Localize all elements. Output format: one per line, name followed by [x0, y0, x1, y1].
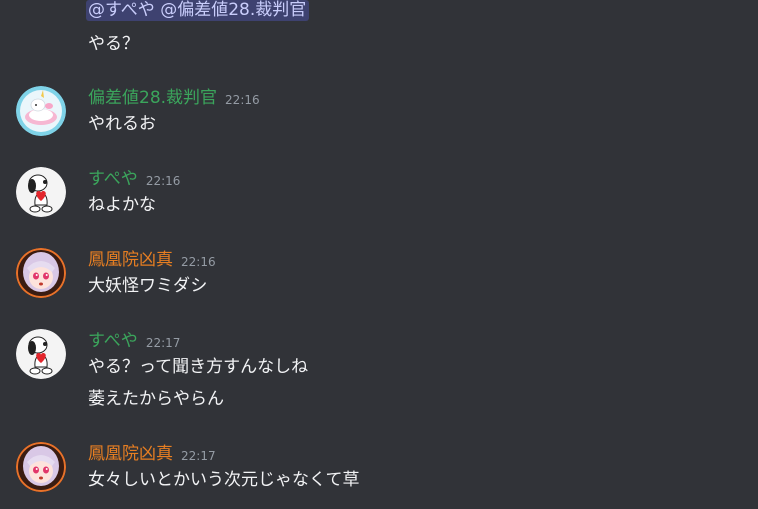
message-header: 鳳凰院凶真 22:17: [88, 442, 216, 466]
message-text: 女々しいとかいう次元じゃなくて草: [88, 470, 360, 490]
anime-girl-avatar[interactable]: [16, 248, 66, 298]
message-header: すぺや 22:17: [88, 329, 180, 353]
message-text: ねよかな: [88, 195, 156, 215]
message-text: やれるお: [88, 114, 156, 134]
timestamp[interactable]: 22:16: [146, 174, 181, 188]
username[interactable]: すぺや: [88, 167, 138, 191]
message-header: 偏差値28.裁判官 22:16: [88, 86, 260, 110]
message-text: やる？って聞き方すんなしね: [88, 357, 309, 377]
username[interactable]: 鳳凰院凶真: [88, 442, 173, 466]
mention-tag[interactable]: @すぺや @偏差値28.裁判官: [86, 0, 310, 21]
timestamp[interactable]: 22:16: [181, 255, 216, 269]
message-text: やる？: [88, 34, 139, 54]
username[interactable]: すぺや: [88, 329, 138, 353]
username[interactable]: 鳳凰院凶真: [88, 248, 173, 272]
message-header: すぺや 22:16: [88, 167, 180, 191]
timestamp[interactable]: 22:16: [225, 93, 260, 107]
message-text: 萎えたからやらん: [88, 389, 224, 409]
anime-girl-avatar[interactable]: [16, 442, 66, 492]
message-header: 鳳凰院凶真 22:16: [88, 248, 216, 272]
timestamp[interactable]: 22:17: [146, 336, 181, 350]
snoopy-avatar[interactable]: [16, 329, 66, 379]
unicorn-avatar[interactable]: [16, 86, 66, 136]
timestamp[interactable]: 22:17: [181, 449, 216, 463]
username[interactable]: 偏差値28.裁判官: [88, 86, 217, 110]
message-text: 大妖怪ワミダシ: [88, 276, 208, 296]
snoopy-avatar[interactable]: [16, 167, 66, 217]
